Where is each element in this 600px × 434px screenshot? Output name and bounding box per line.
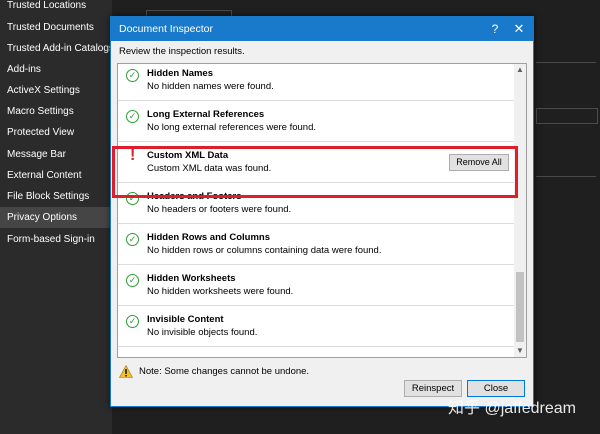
warning-triangle-icon [119,365,133,378]
highlight-box [112,146,518,198]
instruction-text: Review the inspection results. [119,46,245,57]
check-circle-icon: ✓ [126,69,139,82]
background-button [536,108,598,124]
help-icon[interactable]: ? [483,17,507,41]
scroll-down-arrow-icon[interactable]: ▼ [514,345,526,357]
check-circle-icon: ✓ [126,274,139,287]
sidebar-item-trusted-add-in-catalogs[interactable]: Trusted Add-in Catalogs [0,38,114,59]
result-description: No invisible objects found. [147,327,258,338]
background-divider [536,62,596,64]
close-icon[interactable]: ✕ [507,17,531,41]
document-inspector-dialog: Document Inspector ? ✕ Review the inspec… [110,16,534,407]
result-description: No hidden names were found. [147,81,274,92]
scroll-up-arrow-icon[interactable]: ▲ [514,64,526,76]
sidebar-item-trusted-documents[interactable]: Trusted Documents [0,17,112,38]
result-description: No hidden worksheets were found. [147,286,294,297]
sidebar-item-message-bar[interactable]: Message Bar [0,144,112,165]
results-scrollbar[interactable]: ▲ ▼ [514,64,526,357]
dialog-title: Document Inspector [119,23,213,35]
result-description: No headers or footers were found. [147,204,292,215]
trust-center-sidebar: Trusted Locations Trusted Documents Trus… [0,0,114,434]
check-circle-icon: ✓ [126,315,139,328]
result-title: Hidden Rows and Columns [147,232,270,243]
sidebar-item-form-based-sign-in[interactable]: Form-based Sign-in [0,229,112,250]
sidebar-item-macro-settings[interactable]: Macro Settings [0,101,112,122]
sidebar-item-file-block-settings[interactable]: File Block Settings [0,186,112,207]
result-description: No long external references were found. [147,122,316,133]
result-title: Hidden Worksheets [147,273,236,284]
result-row-hidden-worksheets: ✓ Hidden Worksheets No hidden worksheets… [118,265,514,306]
check-circle-icon: ✓ [126,110,139,123]
sidebar-item-activex-settings[interactable]: ActiveX Settings [0,80,112,101]
result-row-long-external-references: ✓ Long External References No long exter… [118,101,514,142]
sidebar-item-trusted-locations[interactable]: Trusted Locations [0,0,112,16]
result-title: Hidden Names [147,68,213,79]
sidebar-item-external-content[interactable]: External Content [0,165,112,186]
background-divider [536,176,596,178]
scroll-thumb[interactable] [516,272,524,342]
undo-warning-note: Note: Some changes cannot be undone. [139,366,310,377]
sidebar-item-privacy-options[interactable]: Privacy Options [0,207,112,228]
watermark: 知乎 @jaffedream [448,400,576,417]
inspection-results-list: ✓ Hidden Names No hidden names were foun… [117,63,527,358]
result-title: Long External References [147,109,265,120]
result-description: No hidden rows or columns containing dat… [147,245,382,256]
result-row-hidden-names: ✓ Hidden Names No hidden names were foun… [118,64,514,101]
check-circle-icon: ✓ [126,233,139,246]
dialog-titlebar[interactable]: Document Inspector ? ✕ [111,17,533,41]
result-title: Invisible Content [147,314,224,325]
sidebar-item-add-ins[interactable]: Add-ins [0,59,112,80]
sidebar-item-protected-view[interactable]: Protected View [0,122,112,143]
result-row-hidden-rows-and-columns: ✓ Hidden Rows and Columns No hidden rows… [118,224,514,265]
result-row-invisible-content: ✓ Invisible Content No invisible objects… [118,306,514,347]
